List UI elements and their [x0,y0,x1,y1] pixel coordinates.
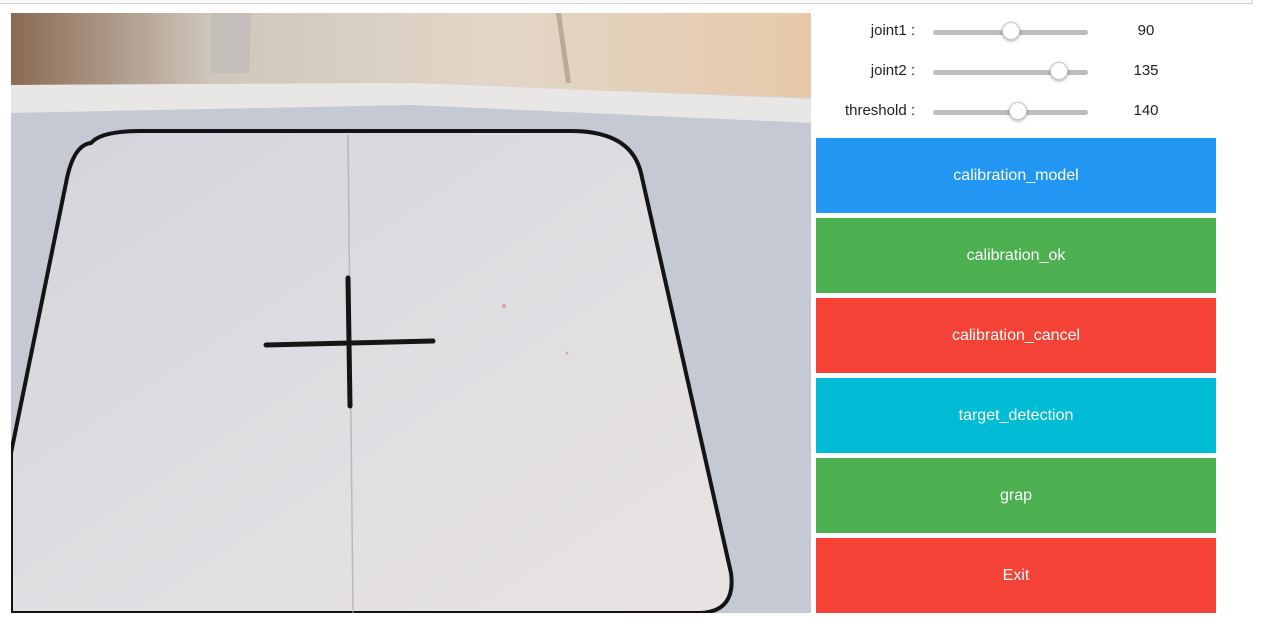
slider-label: joint1 : [870,22,915,39]
joint1-slider[interactable] [933,22,1088,40]
calibration-ok-button[interactable]: calibration_ok [816,218,1216,293]
threshold-slider[interactable] [933,102,1088,120]
slider-threshold: threshold : 140 [816,93,1216,133]
camera-feed [11,13,811,613]
slider-thumb[interactable] [1009,102,1028,120]
slider-value: 135 [1133,62,1159,79]
slider-label: joint2 : [870,62,915,79]
slider-thumb[interactable] [1049,62,1068,80]
slider-value: 140 [1133,102,1159,119]
calibration-model-button[interactable]: calibration_model [816,138,1216,213]
grap-button[interactable]: grap [816,458,1216,533]
calibration-cancel-button[interactable]: calibration_cancel [816,298,1216,373]
joint2-slider[interactable] [933,62,1088,80]
control-panel: joint1 : 90 joint2 : 135 threshold : 140… [816,13,1216,613]
window-frame [0,0,1253,4]
exit-button[interactable]: Exit [816,538,1216,613]
slider-value: 90 [1137,22,1155,39]
slider-thumb[interactable] [1001,22,1020,40]
target-detection-button[interactable]: target_detection [816,378,1216,453]
slider-joint2: joint2 : 135 [816,53,1216,93]
slider-label: threshold : [844,102,915,119]
slider-joint1: joint1 : 90 [816,13,1216,53]
